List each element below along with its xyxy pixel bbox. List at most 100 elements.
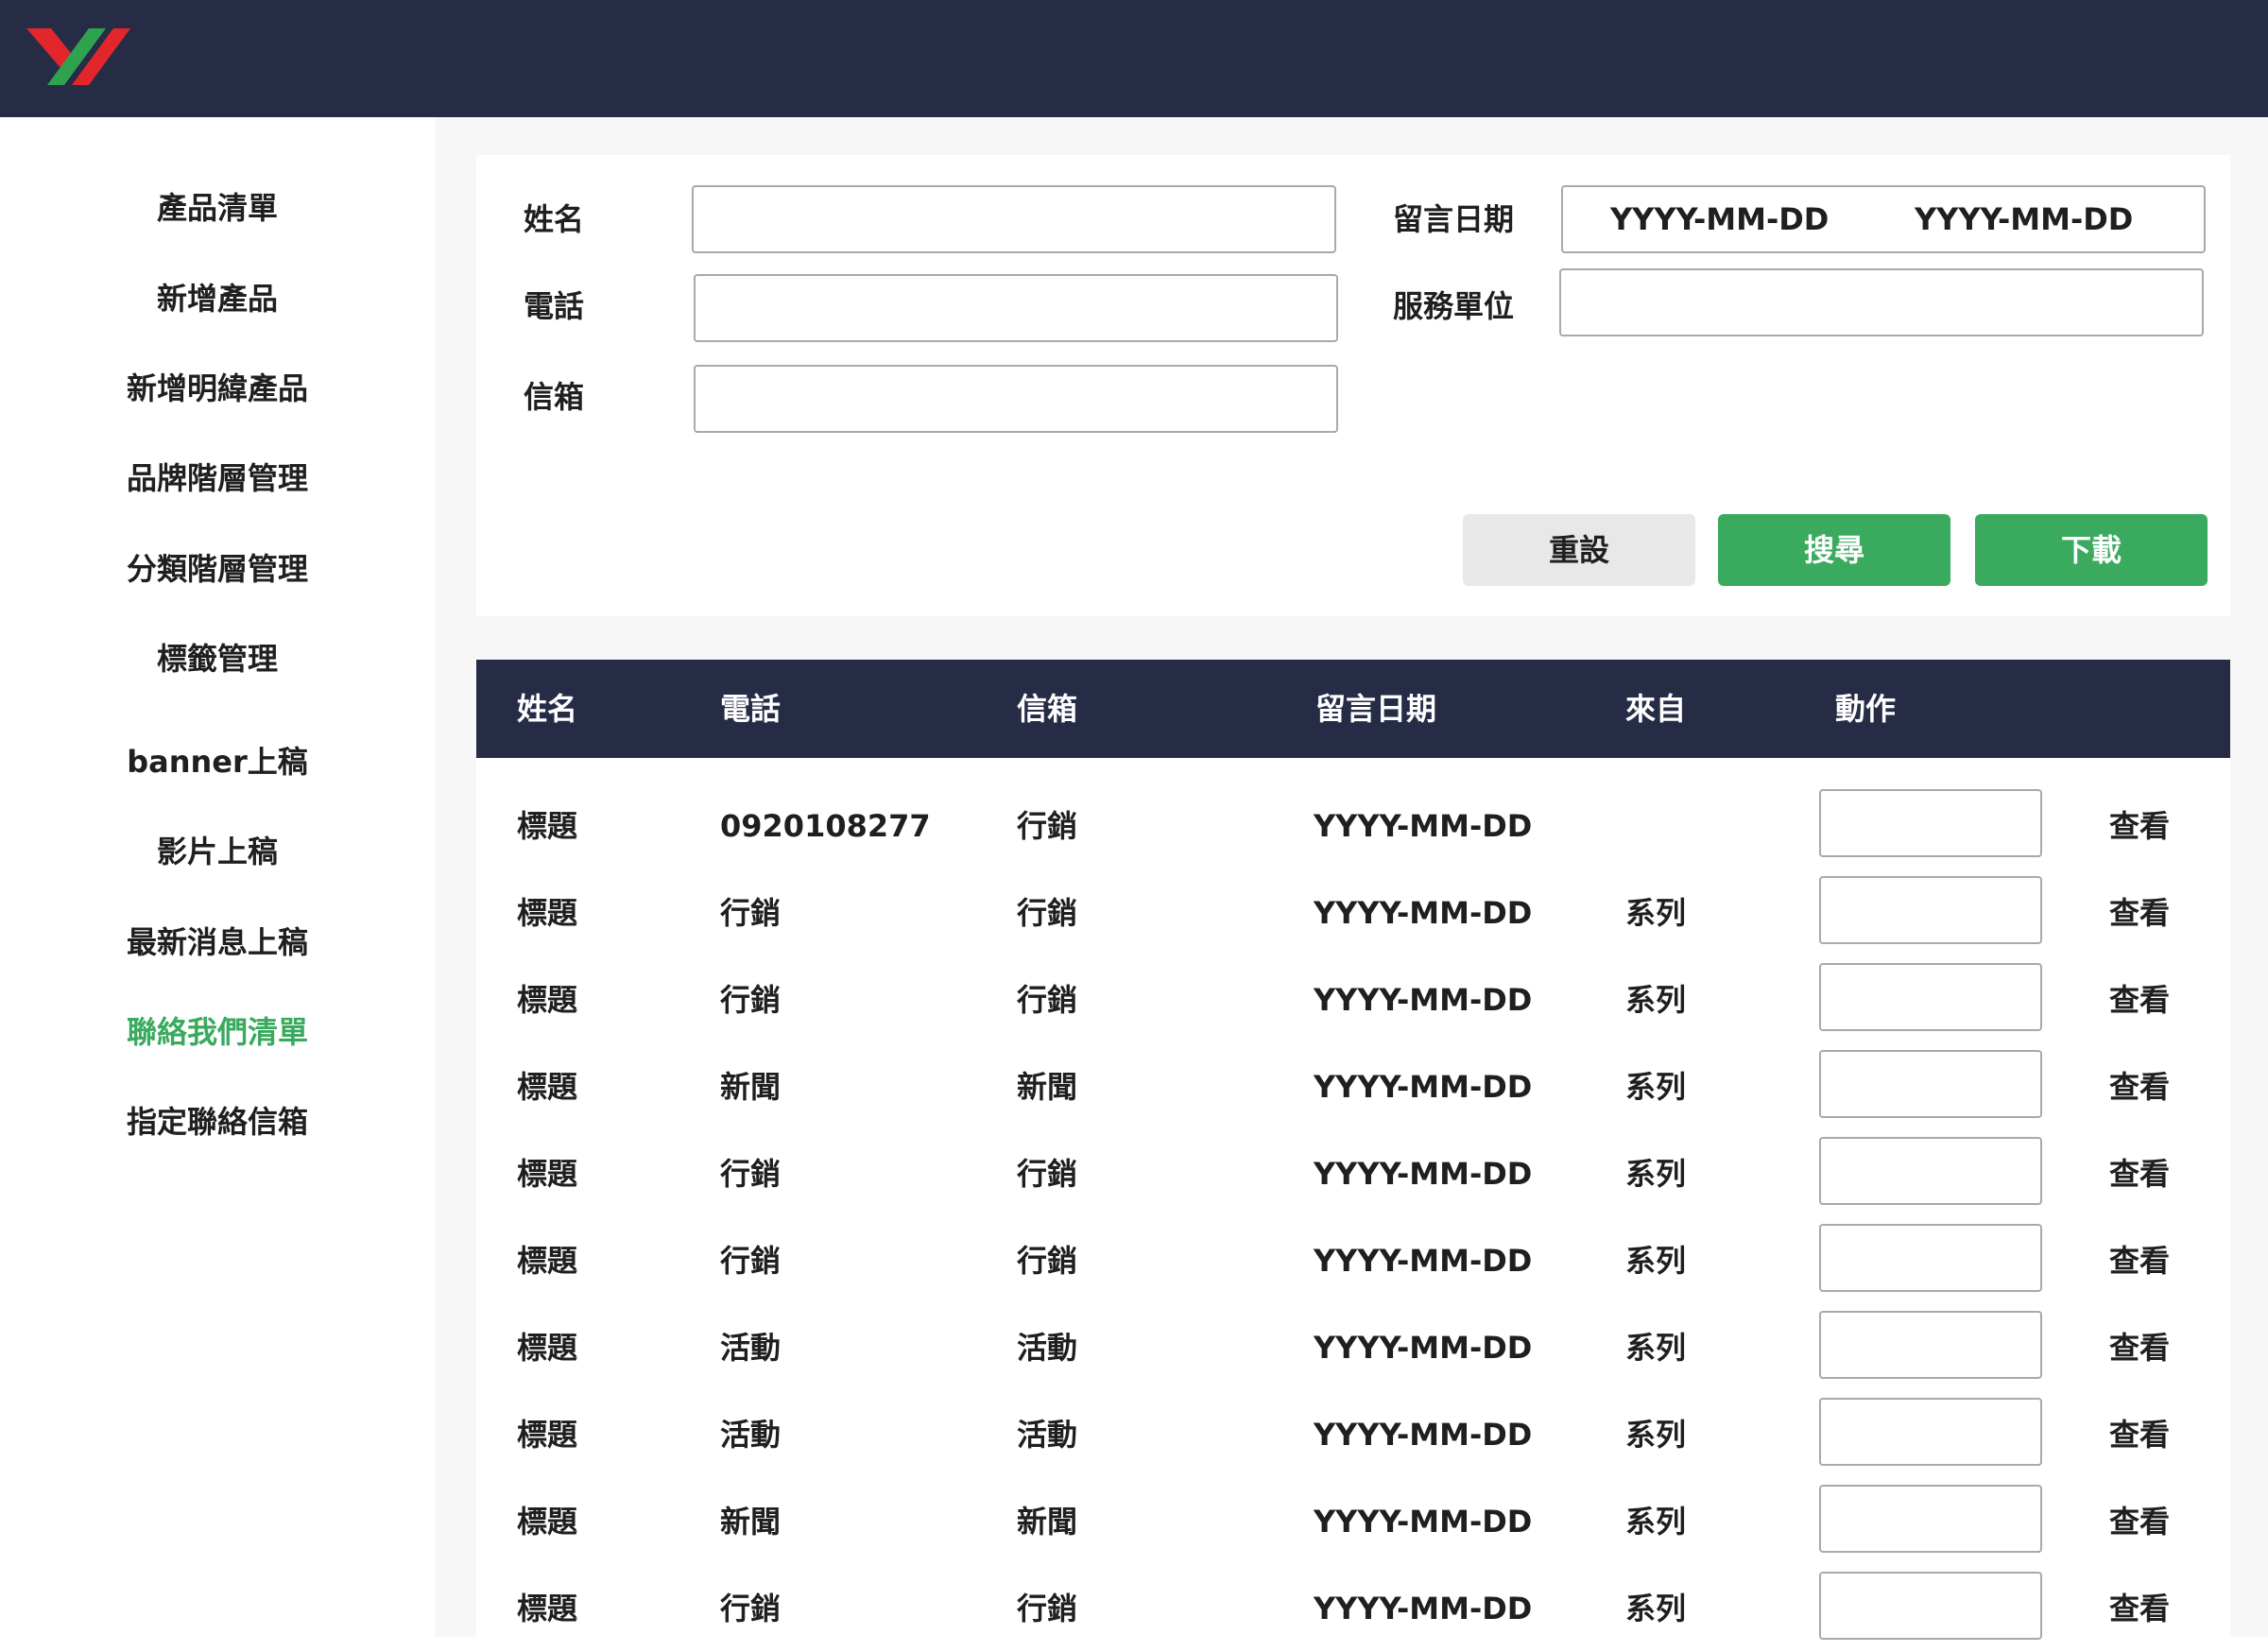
cell-name: 標題 bbox=[517, 1591, 578, 1626]
row-action-input[interactable] bbox=[1819, 789, 2042, 857]
view-link[interactable]: 查看 bbox=[2109, 981, 2170, 1019]
cell-phone: 新聞 bbox=[720, 1504, 782, 1540]
table-row: 標題 行銷 行銷 YYYY-MM-DD 系列 查看 bbox=[476, 1130, 2230, 1217]
sidebar-item-category-hierarchy[interactable]: 分類階層管理 bbox=[0, 550, 435, 588]
email-input[interactable] bbox=[694, 365, 1338, 433]
column-header-source: 來自 bbox=[1625, 691, 1687, 727]
cell-date: YYYY-MM-DD bbox=[1314, 1417, 1533, 1453]
date-to-value[interactable]: YYYY-MM-DD bbox=[1915, 200, 2133, 238]
view-link[interactable]: 查看 bbox=[2109, 1503, 2170, 1540]
cell-phone: 行銷 bbox=[720, 1591, 782, 1626]
view-link[interactable]: 查看 bbox=[2109, 1416, 2170, 1454]
cell-email: 新聞 bbox=[1017, 1504, 1078, 1540]
view-link[interactable]: 查看 bbox=[2109, 1329, 2170, 1367]
unit-label: 服務單位 bbox=[1393, 288, 1515, 324]
sidebar-item-banner-upload[interactable]: banner上稿 bbox=[0, 743, 435, 781]
table-row: 標題 活動 活動 YYYY-MM-DD 系列 查看 bbox=[476, 1304, 2230, 1391]
date-range-input[interactable]: YYYY-MM-DD YYYY-MM-DD bbox=[1561, 185, 2206, 253]
table-row: 標題 行銷 行銷 YYYY-MM-DD 系列 查看 bbox=[476, 1217, 2230, 1304]
sidebar-item-add-meanwell-product[interactable]: 新增明緯產品 bbox=[0, 370, 435, 407]
cell-name: 標題 bbox=[517, 808, 578, 844]
table-row: 標題 0920108277 行銷 YYYY-MM-DD 查看 bbox=[476, 783, 2230, 869]
unit-input[interactable] bbox=[1559, 268, 2204, 336]
name-input[interactable] bbox=[692, 185, 1336, 253]
date-label: 留言日期 bbox=[1393, 201, 1515, 237]
cell-source: 系列 bbox=[1625, 982, 1687, 1018]
cell-email: 行銷 bbox=[1017, 1243, 1078, 1279]
table-row: 標題 行銷 行銷 YYYY-MM-DD 系列 查看 bbox=[476, 1565, 2230, 1652]
view-link[interactable]: 查看 bbox=[2109, 1155, 2170, 1193]
cell-name: 標題 bbox=[517, 1504, 578, 1540]
sidebar-item-contact-list[interactable]: 聯絡我們清單 bbox=[0, 1013, 435, 1051]
cell-source: 系列 bbox=[1625, 1591, 1687, 1626]
view-link[interactable]: 查看 bbox=[2109, 1590, 2170, 1627]
cell-date: YYYY-MM-DD bbox=[1314, 982, 1533, 1018]
view-link[interactable]: 查看 bbox=[2109, 894, 2170, 932]
view-link[interactable]: 查看 bbox=[2109, 1242, 2170, 1280]
table-header: 姓名 電話 信箱 留言日期 來自 動作 bbox=[476, 660, 2230, 758]
sidebar-item-contact-email[interactable]: 指定聯絡信箱 bbox=[0, 1103, 435, 1141]
sidebar-item-tag-management[interactable]: 標籤管理 bbox=[0, 640, 435, 678]
cell-phone: 活動 bbox=[720, 1330, 782, 1366]
date-from-value[interactable]: YYYY-MM-DD bbox=[1610, 200, 1829, 238]
cell-phone: 新聞 bbox=[720, 1069, 782, 1105]
email-label: 信箱 bbox=[524, 379, 585, 415]
table-body: 標題 0920108277 行銷 YYYY-MM-DD 查看 標題 行銷 行銷 … bbox=[476, 758, 2230, 1640]
row-action-input[interactable] bbox=[1819, 876, 2042, 944]
cell-email: 行銷 bbox=[1017, 895, 1078, 931]
cell-source: 系列 bbox=[1625, 1069, 1687, 1105]
cell-phone: 活動 bbox=[720, 1417, 782, 1453]
sidebar-item-add-product[interactable]: 新增產品 bbox=[0, 280, 435, 318]
cell-source: 系列 bbox=[1625, 1243, 1687, 1279]
cell-name: 標題 bbox=[517, 1330, 578, 1366]
row-action-input[interactable] bbox=[1819, 963, 2042, 1031]
sidebar-item-brand-hierarchy[interactable]: 品牌階層管理 bbox=[0, 459, 435, 497]
row-action-input[interactable] bbox=[1819, 1485, 2042, 1553]
table-row: 標題 新聞 新聞 YYYY-MM-DD 系列 查看 bbox=[476, 1478, 2230, 1565]
reset-button[interactable]: 重設 bbox=[1463, 514, 1695, 586]
sidebar-item-news-upload[interactable]: 最新消息上稿 bbox=[0, 923, 435, 961]
cell-source: 系列 bbox=[1625, 1330, 1687, 1366]
cell-phone: 行銷 bbox=[720, 1243, 782, 1279]
table-row: 標題 行銷 行銷 YYYY-MM-DD 系列 查看 bbox=[476, 956, 2230, 1043]
row-action-input[interactable] bbox=[1819, 1311, 2042, 1379]
cell-email: 行銷 bbox=[1017, 982, 1078, 1018]
row-action-input[interactable] bbox=[1819, 1137, 2042, 1205]
cell-date: YYYY-MM-DD bbox=[1314, 1243, 1533, 1279]
sidebar-item-video-upload[interactable]: 影片上稿 bbox=[0, 833, 435, 870]
sidebar-item-product-list[interactable]: 產品清單 bbox=[0, 189, 435, 227]
cell-email: 活動 bbox=[1017, 1417, 1078, 1453]
column-header-date: 留言日期 bbox=[1315, 691, 1437, 727]
column-header-name: 姓名 bbox=[517, 691, 578, 727]
cell-date: YYYY-MM-DD bbox=[1314, 1591, 1533, 1626]
view-link[interactable]: 查看 bbox=[2109, 807, 2170, 845]
download-button[interactable]: 下載 bbox=[1975, 514, 2208, 586]
row-action-input[interactable] bbox=[1819, 1224, 2042, 1292]
cell-phone: 行銷 bbox=[720, 982, 782, 1018]
cell-name: 標題 bbox=[517, 1243, 578, 1279]
cell-email: 新聞 bbox=[1017, 1069, 1078, 1105]
column-header-action: 動作 bbox=[1835, 691, 1897, 727]
cell-source: 系列 bbox=[1625, 1417, 1687, 1453]
view-link[interactable]: 查看 bbox=[2109, 1068, 2170, 1106]
table-row: 標題 行銷 行銷 YYYY-MM-DD 系列 查看 bbox=[476, 869, 2230, 956]
name-label: 姓名 bbox=[524, 201, 585, 237]
row-action-input[interactable] bbox=[1819, 1050, 2042, 1118]
column-header-email: 信箱 bbox=[1017, 691, 1078, 727]
row-action-input[interactable] bbox=[1819, 1572, 2042, 1640]
row-action-input[interactable] bbox=[1819, 1398, 2042, 1466]
cell-phone: 0920108277 bbox=[720, 808, 931, 844]
cell-source: 系列 bbox=[1625, 1156, 1687, 1192]
phone-label: 電話 bbox=[524, 288, 585, 324]
cell-name: 標題 bbox=[517, 895, 578, 931]
brand-logo-icon[interactable] bbox=[26, 25, 153, 89]
cell-date: YYYY-MM-DD bbox=[1314, 1330, 1533, 1366]
cell-name: 標題 bbox=[517, 1069, 578, 1105]
table-row: 標題 活動 活動 YYYY-MM-DD 系列 查看 bbox=[476, 1391, 2230, 1478]
cell-date: YYYY-MM-DD bbox=[1314, 895, 1533, 931]
phone-input[interactable] bbox=[694, 274, 1338, 342]
cell-date: YYYY-MM-DD bbox=[1314, 1156, 1533, 1192]
cell-email: 行銷 bbox=[1017, 808, 1078, 844]
search-button[interactable]: 搜尋 bbox=[1718, 514, 1950, 586]
cell-name: 標題 bbox=[517, 1417, 578, 1453]
